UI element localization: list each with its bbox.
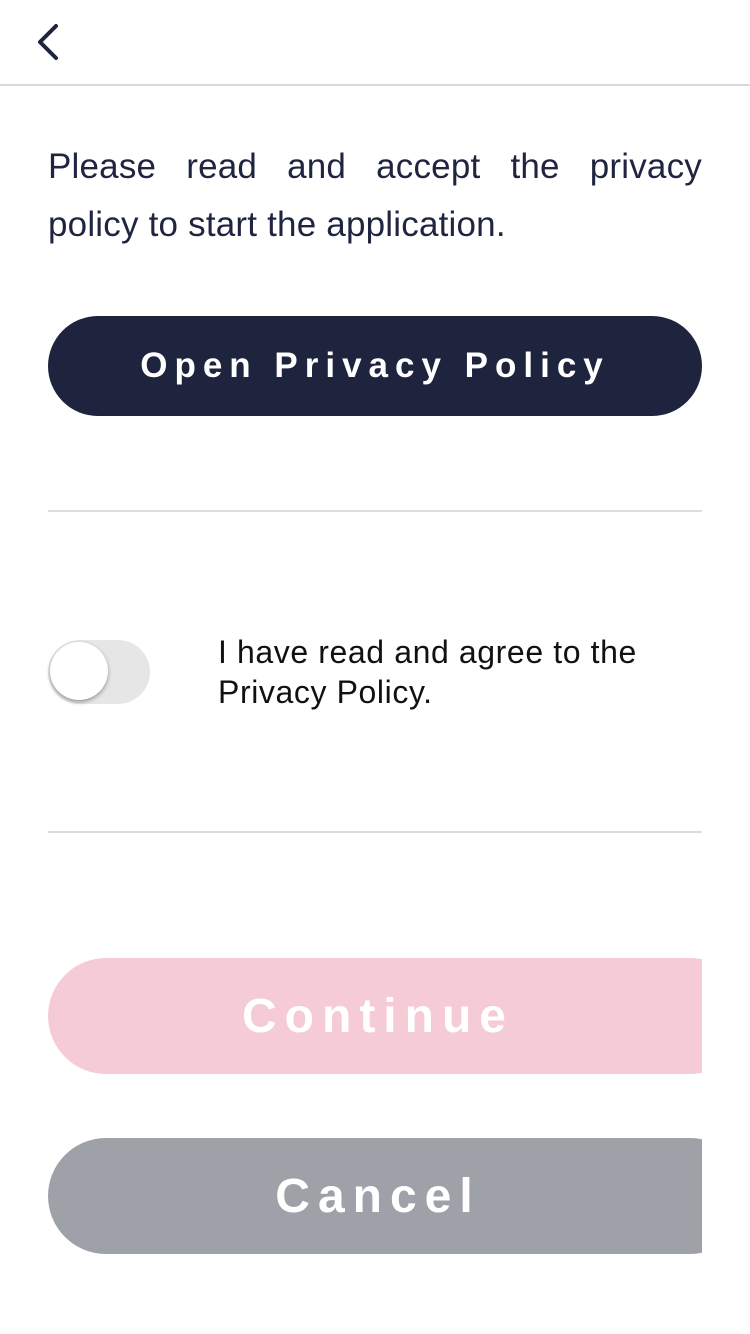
continue-button[interactable]: Continue <box>48 958 702 1074</box>
cancel-button-container: Cancel <box>48 1138 702 1254</box>
divider <box>48 831 702 833</box>
continue-button-container: Continue <box>48 958 702 1074</box>
agree-toggle[interactable] <box>48 640 150 704</box>
intro-text: Please read and accept the privacy polic… <box>48 147 702 244</box>
agree-label: I have read and agree to the Privacy Pol… <box>218 634 637 710</box>
chevron-left-icon <box>36 23 60 66</box>
divider <box>48 510 702 512</box>
open-privacy-policy-button[interactable]: Open Privacy Policy <box>48 316 702 416</box>
back-button[interactable] <box>20 16 76 72</box>
toggle-knob <box>50 642 108 700</box>
privacy-consent-screen: Please read and accept the privacy polic… <box>0 0 750 1334</box>
cancel-button[interactable]: Cancel <box>48 1138 702 1254</box>
top-bar <box>0 0 750 86</box>
